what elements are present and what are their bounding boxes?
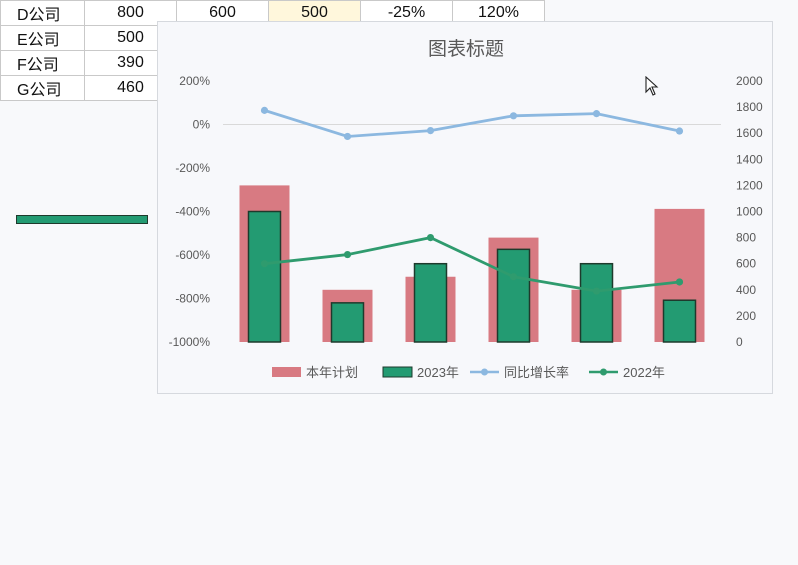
chart-title[interactable]: 图表标题 bbox=[428, 38, 504, 60]
line-point bbox=[592, 110, 601, 118]
line-point bbox=[509, 273, 518, 281]
legend-swatch bbox=[382, 366, 413, 378]
line-point bbox=[260, 106, 269, 114]
line-2022 bbox=[264, 236, 680, 293]
left-tick-label: -400% bbox=[175, 205, 210, 219]
line-series bbox=[260, 106, 684, 295]
right-tick-label: 400 bbox=[736, 283, 756, 297]
left-tick-label: -600% bbox=[175, 248, 210, 262]
legend-label: 2022年 bbox=[623, 365, 665, 380]
combo-chart: 图表标题 -1000% -800% -600% -400% -200% 0% 200% 0 2… bbox=[169, 38, 763, 380]
line-point bbox=[343, 132, 352, 141]
line-point bbox=[592, 287, 601, 295]
right-tick-label: 0 bbox=[736, 335, 743, 349]
line-point bbox=[426, 234, 435, 242]
right-tick-label: 2000 bbox=[736, 74, 763, 88]
mouse-cursor-icon bbox=[645, 76, 659, 96]
chart-legend: 本年计划 2023年 同比增长率 2022年 bbox=[272, 365, 665, 380]
left-tick-label: -1000% bbox=[169, 335, 211, 349]
line-point bbox=[509, 112, 518, 120]
bar-series bbox=[239, 185, 705, 343]
right-tick-label: 800 bbox=[736, 231, 756, 245]
line-point bbox=[426, 126, 435, 135]
legend-label: 2023年 bbox=[417, 365, 459, 380]
left-tick-label: 0% bbox=[193, 118, 211, 132]
right-tick-label: 1800 bbox=[736, 100, 763, 114]
bar-2023 bbox=[413, 262, 448, 343]
legend-label: 本年计划 bbox=[306, 365, 358, 380]
right-tick-label: 1000 bbox=[736, 205, 763, 219]
right-tick-label: 200 bbox=[736, 309, 756, 323]
bar-2023 bbox=[330, 302, 365, 343]
bar-2023 bbox=[496, 248, 531, 343]
legend-label: 同比增长率 bbox=[504, 365, 569, 380]
left-tick-label: -200% bbox=[175, 161, 210, 175]
line-growth bbox=[264, 109, 680, 138]
right-tick-label: 1200 bbox=[736, 178, 763, 192]
left-tick-label: -800% bbox=[175, 292, 210, 306]
left-tick-label: 200% bbox=[179, 74, 210, 88]
line-point bbox=[675, 127, 684, 135]
bar-2023 bbox=[247, 210, 282, 343]
right-tick-label: 600 bbox=[736, 257, 756, 271]
legend-marker bbox=[600, 368, 607, 376]
line-point bbox=[260, 260, 269, 268]
bar-2023 bbox=[662, 299, 697, 343]
right-axis-ticks: 0 200 400 600 800 1000 1200 1400 1600 1800 2000 bbox=[736, 74, 763, 349]
legend-marker bbox=[481, 368, 488, 376]
right-tick-label: 1600 bbox=[736, 126, 763, 140]
right-tick-label: 1400 bbox=[736, 152, 763, 166]
bar-2023 bbox=[579, 262, 614, 343]
line-point bbox=[343, 250, 352, 259]
left-axis-ticks: -1000% -800% -600% -400% -200% 0% 200% bbox=[169, 74, 211, 349]
chart-area[interactable]: 图表标题 -1000% -800% -600% -400% -200% 0% 200% 0 2… bbox=[157, 21, 773, 394]
line-point bbox=[675, 278, 684, 286]
legend-swatch bbox=[272, 367, 301, 377]
